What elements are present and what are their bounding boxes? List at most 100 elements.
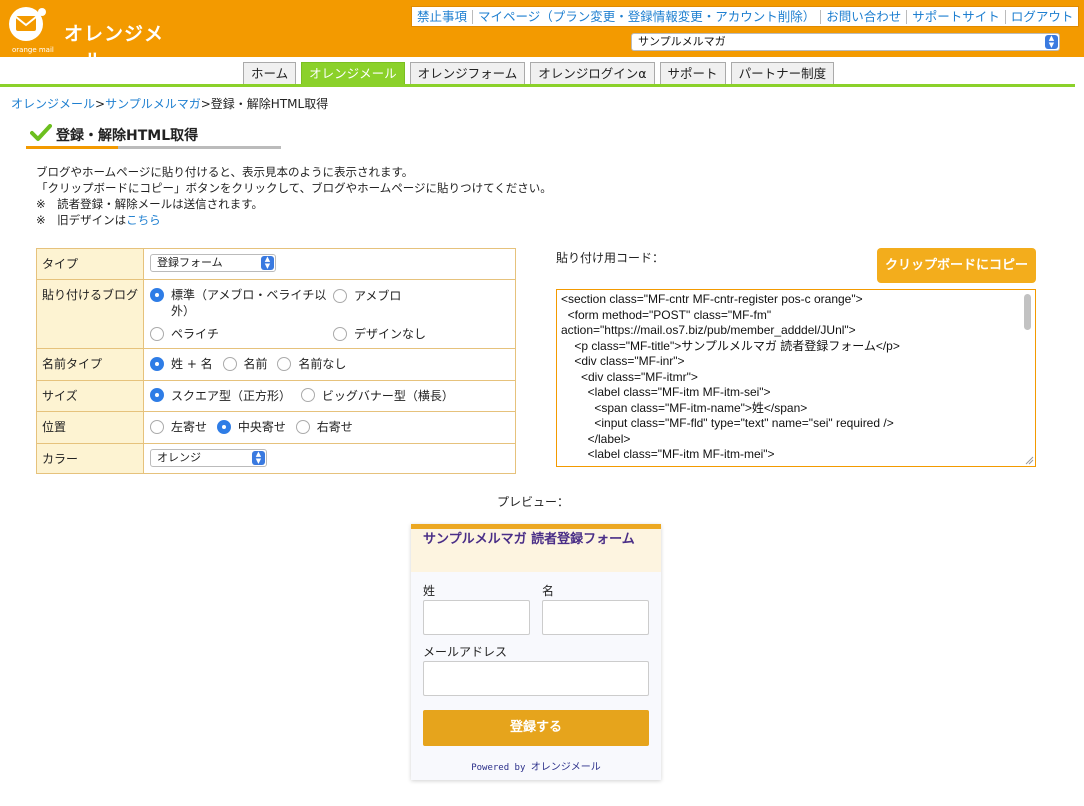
intro-line: ※ 読者登録・解除メールは送信されます。 (36, 197, 263, 211)
radio-label: 姓 + 名 (171, 357, 213, 371)
type-select[interactable]: 登録フォーム ▲ ▼ (150, 254, 276, 272)
color-select-value: オレンジ (157, 450, 201, 464)
powered-by-text: Powered by (471, 763, 526, 773)
resize-handle-icon[interactable] (1025, 456, 1034, 465)
preview-form: サンプルメルマガ 読者登録フォーム 姓 名 メールアドレス 登録する Power… (411, 524, 661, 780)
sei-label: 姓 (423, 584, 436, 598)
breadcrumb-separator: > (95, 97, 106, 111)
copy-to-clipboard-button[interactable]: クリップボードにコピー (877, 248, 1036, 283)
mei-input[interactable] (542, 600, 649, 635)
radio-no-design[interactable]: デザインなし (333, 325, 497, 342)
logo-text: オレンジメール (64, 23, 165, 72)
radio-big-banner[interactable]: ビッグバナー型（横長） (300, 387, 454, 404)
radio-selected-icon (150, 356, 164, 371)
radio-name[interactable]: 名前 (222, 355, 268, 372)
tab-home[interactable]: ホーム (243, 62, 297, 84)
code-textarea[interactable]: <section class="MF-cntr MF-cntr-register… (556, 289, 1036, 467)
settings-table: タイプ 登録フォーム ▲ ▼ 貼り付けるブログ 標準（アメブロ・ベライチ以外） ア… (36, 248, 516, 474)
register-button[interactable]: 登録する (423, 710, 649, 746)
breadcrumb-magazine[interactable]: サンプルメルマガ (105, 97, 201, 111)
email-label: メールアドレス (423, 645, 508, 659)
breadcrumb: オレンジメール>サンプルメルマガ>登録・解除HTML取得 (11, 95, 328, 112)
old-design-link[interactable]: こちら (126, 213, 161, 227)
radio-empty-icon (295, 419, 310, 434)
logo-subtext: orange mail (12, 46, 54, 54)
radio-empty-icon (150, 326, 164, 341)
page-title-block: 登録・解除HTML取得 (30, 124, 281, 148)
radio-square[interactable]: スクエア型（正方形） (150, 387, 291, 404)
code-label: 貼り付け用コード： (556, 251, 665, 265)
type-select-value: 登録フォーム (157, 256, 223, 269)
radio-empty-icon (300, 388, 315, 402)
top-links: 禁止事項 マイページ（プラン変更・登録情報変更・アカウント削除） お問い合わせ … (411, 6, 1080, 27)
radio-ameblo[interactable]: アメブロ (333, 287, 497, 304)
tab-partner[interactable]: パートナー制度 (730, 62, 835, 84)
position-label: 位置 (36, 411, 144, 444)
breadcrumb-separator: > (200, 97, 211, 111)
magazine-select[interactable]: サンプルメルマガ ▲ ▼ (631, 33, 1060, 51)
logo[interactable]: オレンジメール orange mail (6, 6, 176, 72)
select-arrows-icon: ▲ ▼ (261, 256, 274, 270)
link-prohibited[interactable]: 禁止事項 (412, 9, 474, 24)
radio-label: 名前なし (298, 357, 347, 371)
link-logout[interactable]: ログアウト (1006, 9, 1079, 24)
size-label: サイズ (36, 379, 144, 412)
intro-line: ブログやホームページに貼り付けると、表示見本のように表示されます。 (36, 165, 414, 179)
select-arrows-icon: ▲ ▼ (1045, 35, 1058, 49)
radio-label: スクエア型（正方形） (171, 388, 292, 403)
preview-form-body: 姓 名 メールアドレス 登録する Powered by オレンジメール (411, 572, 661, 780)
radio-right[interactable]: 右寄せ (295, 418, 353, 435)
radio-no-name[interactable]: 名前なし (277, 355, 346, 372)
title-underline (26, 146, 281, 149)
intro-old-design-text: ※ 旧デザインは (36, 213, 127, 227)
email-input[interactable] (423, 661, 649, 696)
radio-center[interactable]: 中央寄せ (216, 418, 286, 435)
name-type-label: 名前タイプ (36, 348, 144, 381)
main-nav: ホーム オレンジメール オレンジフォーム オレンジログインα サポート パートナ… (243, 62, 835, 84)
breadcrumb-root[interactable]: オレンジメール (11, 97, 95, 111)
sei-input[interactable] (423, 600, 530, 635)
link-mypage[interactable]: マイページ（プラン変更・登録情報変更・アカウント削除） (473, 9, 822, 24)
tab-orange-form[interactable]: オレンジフォーム (409, 62, 526, 84)
tab-orange-login[interactable]: オレンジログインα (530, 62, 655, 84)
preview-form-title: サンプルメルマガ 読者登録フォーム (411, 529, 661, 572)
mei-label: 名 (542, 584, 555, 598)
radio-label: ペライチ (171, 327, 220, 341)
radio-peraichi[interactable]: ペライチ (150, 325, 327, 342)
radio-label: ビッグバナー型（横長） (321, 388, 454, 403)
intro-line: ※ 旧デザインはこちら (36, 212, 552, 228)
radio-empty-icon (222, 356, 237, 371)
header-bar: オレンジメール orange mail 禁止事項 マイページ（プラン変更・登録情… (0, 0, 1084, 72)
mail-logo-icon (9, 7, 46, 41)
code-scrollbar[interactable] (1024, 294, 1031, 330)
radio-empty-icon (150, 419, 164, 434)
link-support-site[interactable]: サポートサイト (907, 9, 1006, 24)
color-select[interactable]: オレンジ ▲ ▼ (150, 448, 267, 467)
breadcrumb-current: 登録・解除HTML取得 (210, 97, 329, 111)
radio-label: 中央寄せ (237, 420, 286, 434)
radio-label: アメブロ (354, 289, 402, 303)
tab-support[interactable]: サポート (659, 62, 726, 84)
powered-by[interactable]: Powered by オレンジメール (411, 758, 661, 773)
color-label: カラー (36, 442, 144, 474)
tab-orange-mail[interactable]: オレンジメール (301, 62, 405, 84)
radio-standard[interactable]: 標準（アメブロ・ベライチ以外） (150, 287, 333, 319)
radio-label: 右寄せ (316, 420, 353, 434)
link-contact[interactable]: お問い合わせ (821, 9, 908, 24)
powered-by-brand: オレンジメール (530, 762, 601, 773)
radio-empty-icon (277, 356, 292, 371)
nav-divider (0, 84, 1075, 87)
page-title: 登録・解除HTML取得 (56, 128, 199, 144)
radio-label: 左寄せ (171, 420, 208, 434)
radio-sei-mei[interactable]: 姓 + 名 (150, 355, 213, 372)
preview-label: プレビュー： (497, 495, 570, 509)
magazine-select-value: サンプルメルマガ (638, 35, 726, 48)
radio-empty-icon (333, 326, 347, 341)
radio-selected-icon (216, 419, 231, 434)
radio-empty-icon (333, 288, 347, 303)
radio-label: 標準（アメブロ・ベライチ以外） (171, 288, 327, 318)
radio-left[interactable]: 左寄せ (150, 418, 207, 435)
select-arrows-icon: ▲ ▼ (252, 450, 265, 465)
intro-text: ブログやホームページに貼り付けると、表示見本のように表示されます。 「クリップボ… (36, 164, 552, 228)
paste-blog-label: 貼り付けるブログ (36, 279, 144, 349)
